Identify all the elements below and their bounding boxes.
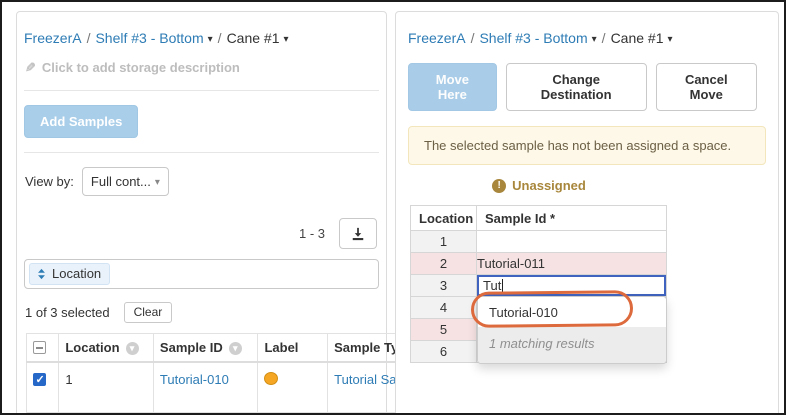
pagination-range: 1 - 3 — [299, 226, 325, 241]
typeahead-option[interactable]: Tutorial-010 — [478, 297, 666, 327]
storage-description-text: Click to add storage description — [42, 60, 240, 75]
clear-selection-button[interactable]: Clear — [124, 302, 173, 323]
grid-filter-input[interactable]: Location — [24, 259, 379, 289]
label-color-dot — [264, 372, 278, 385]
breadcrumb-freezer-link[interactable]: FreezerA — [24, 30, 82, 46]
exclamation-circle-icon: ! — [492, 179, 506, 193]
breadcrumb: FreezerA/Shelf #3 - Bottom▾/Cane #1▾ — [24, 30, 379, 46]
breadcrumb-cane-current: Cane #1 — [611, 30, 664, 46]
chevron-down-icon[interactable]: ▾ — [284, 34, 289, 45]
select-all-checkbox[interactable] — [33, 341, 46, 354]
typeahead-dropdown: Tutorial-010 1 matching results — [477, 296, 667, 364]
warning-alert-text: The selected sample has not been assigne… — [424, 138, 731, 153]
sort-icon — [36, 268, 47, 280]
divider — [24, 152, 379, 153]
breadcrumb-cane-current: Cane #1 — [227, 30, 280, 46]
column-header-label[interactable]: Label — [264, 340, 298, 355]
chevron-down-icon[interactable]: ▾ — [208, 34, 213, 45]
selection-status: 1 of 3 selected — [25, 305, 110, 320]
view-by-select[interactable]: Full cont... ▾ — [82, 167, 169, 196]
cell-sample-id[interactable]: Tutorial-011 — [477, 253, 667, 275]
move-here-button[interactable]: Move Here — [408, 63, 497, 111]
sort-chip-label: Location — [52, 266, 101, 281]
chevron-down-icon[interactable]: ▾ — [592, 34, 597, 45]
chevron-down-icon: ▾ — [155, 177, 160, 188]
column-menu-icon[interactable]: ▾ — [126, 342, 139, 355]
breadcrumb-separator: / — [602, 30, 606, 46]
table-row: 1 — [411, 231, 667, 253]
column-header-location: Location — [411, 206, 477, 231]
unassigned-status: ! Unassigned — [410, 178, 668, 193]
column-header-location[interactable]: Location — [65, 340, 119, 355]
download-icon — [351, 227, 365, 241]
edit-pencil-icon: ✎ — [25, 60, 36, 76]
cell-location: 3 — [411, 275, 477, 297]
cell-location: 4 — [411, 297, 477, 319]
chevron-down-icon[interactable]: ▾ — [668, 34, 673, 45]
selection-status-row: 1 of 3 selected Clear — [25, 302, 379, 323]
breadcrumb-shelf-link[interactable]: Shelf #3 - Bottom — [479, 30, 587, 46]
text-cursor — [502, 279, 503, 293]
column-menu-icon[interactable]: ▾ — [229, 342, 242, 355]
breadcrumb-separator: / — [87, 30, 91, 46]
cell-sample-id-editing: Tut — [477, 275, 667, 297]
view-by-row: View by: Full cont... ▾ — [25, 167, 379, 196]
export-button[interactable] — [339, 218, 377, 249]
divider — [24, 90, 379, 91]
sort-chip-location[interactable]: Location — [29, 263, 110, 285]
move-samples-panel: FreezerA/Shelf #3 - Bottom▾/Cane #1▾ Mov… — [395, 11, 779, 415]
breadcrumb-separator: / — [218, 30, 222, 46]
breadcrumb: FreezerA/Shelf #3 - Bottom▾/Cane #1▾ — [408, 30, 766, 46]
destination-grid-wrap: Location Sample Id * 1 2 Tutorial-011 3 — [410, 205, 766, 363]
cell-location: 1 — [59, 362, 154, 413]
cell-sample-id[interactable] — [477, 231, 667, 253]
cell-location: 2 — [411, 253, 477, 275]
column-header-sample-id: Sample Id * — [477, 206, 667, 231]
grid-toolbar: 1 - 3 — [24, 218, 377, 249]
table-row: 3 Tut — [411, 275, 667, 297]
breadcrumb-separator: / — [471, 30, 475, 46]
unassigned-label: Unassigned — [512, 178, 586, 193]
destination-grid-header: Location Sample Id * — [411, 206, 667, 231]
warning-alert: The selected sample has not been assigne… — [408, 126, 766, 165]
view-by-value: Full cont... — [91, 174, 151, 189]
change-destination-button[interactable]: Change Destination — [506, 63, 647, 111]
sample-id-input[interactable]: Tut — [477, 275, 666, 296]
cancel-move-button[interactable]: Cancel Move — [656, 63, 757, 111]
row-checkbox[interactable] — [33, 373, 46, 386]
sample-id-link[interactable]: Tutorial-010 — [160, 372, 229, 387]
cell-location: 1 — [411, 231, 477, 253]
typeahead-results-count: 1 matching results — [478, 327, 666, 363]
table-row: 2 Tutorial-011 — [411, 253, 667, 275]
view-by-label: View by: — [25, 174, 74, 189]
screenshot-frame: FreezerA/Shelf #3 - Bottom▾/Cane #1▾ ✎Cl… — [0, 0, 786, 415]
storage-detail-panel: FreezerA/Shelf #3 - Bottom▾/Cane #1▾ ✎Cl… — [16, 11, 387, 415]
cell-location: 6 — [411, 341, 477, 363]
move-actions-row: Move Here Change Destination Cancel Move — [408, 63, 766, 111]
cell-location: 5 — [411, 319, 477, 341]
sample-id-input-value: Tut — [483, 278, 501, 293]
breadcrumb-shelf-link[interactable]: Shelf #3 - Bottom — [95, 30, 203, 46]
column-header-sample-id[interactable]: Sample ID — [160, 340, 223, 355]
storage-description-placeholder[interactable]: ✎ Click to add storage description — [25, 60, 379, 76]
breadcrumb-freezer-link[interactable]: FreezerA — [408, 30, 466, 46]
add-samples-button[interactable]: Add Samples — [24, 105, 138, 138]
